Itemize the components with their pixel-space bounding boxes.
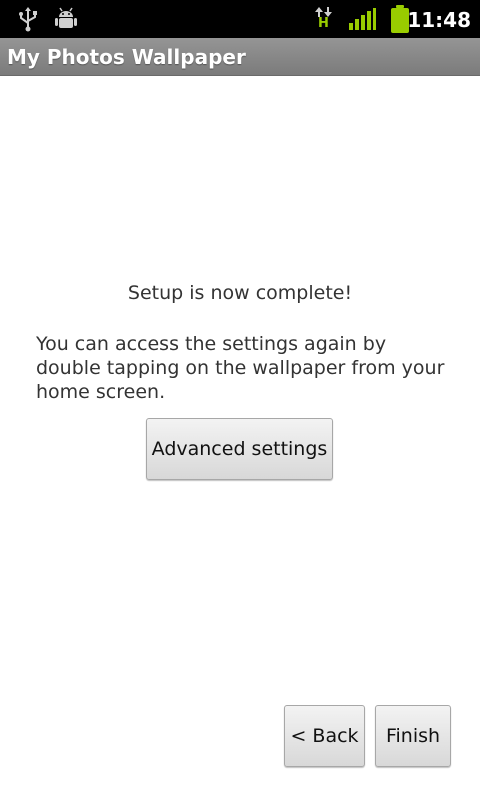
setup-complete-message: Setup is now complete! [127,282,353,304]
finish-button[interactable]: Finish [375,705,451,767]
signal-icon [348,8,376,30]
usb-icon [16,6,40,32]
status-bar: H 11:48 [0,0,480,38]
debug-icon [53,6,79,32]
back-label: < Back [290,725,359,747]
network-type-label: H [318,16,329,31]
advanced-settings-button[interactable]: Advanced settings [146,418,333,480]
advanced-settings-label: Advanced settings [151,438,328,460]
finish-label: Finish [385,725,441,747]
settings-info-message: You can access the settings again by dou… [36,333,445,403]
clock: 11:48 [407,8,471,32]
title-bar: My Photos Wallpaper [0,38,480,76]
back-button[interactable]: < Back [284,705,365,767]
app-title: My Photos Wallpaper [7,45,246,69]
hspa-data-icon: H [313,6,335,32]
